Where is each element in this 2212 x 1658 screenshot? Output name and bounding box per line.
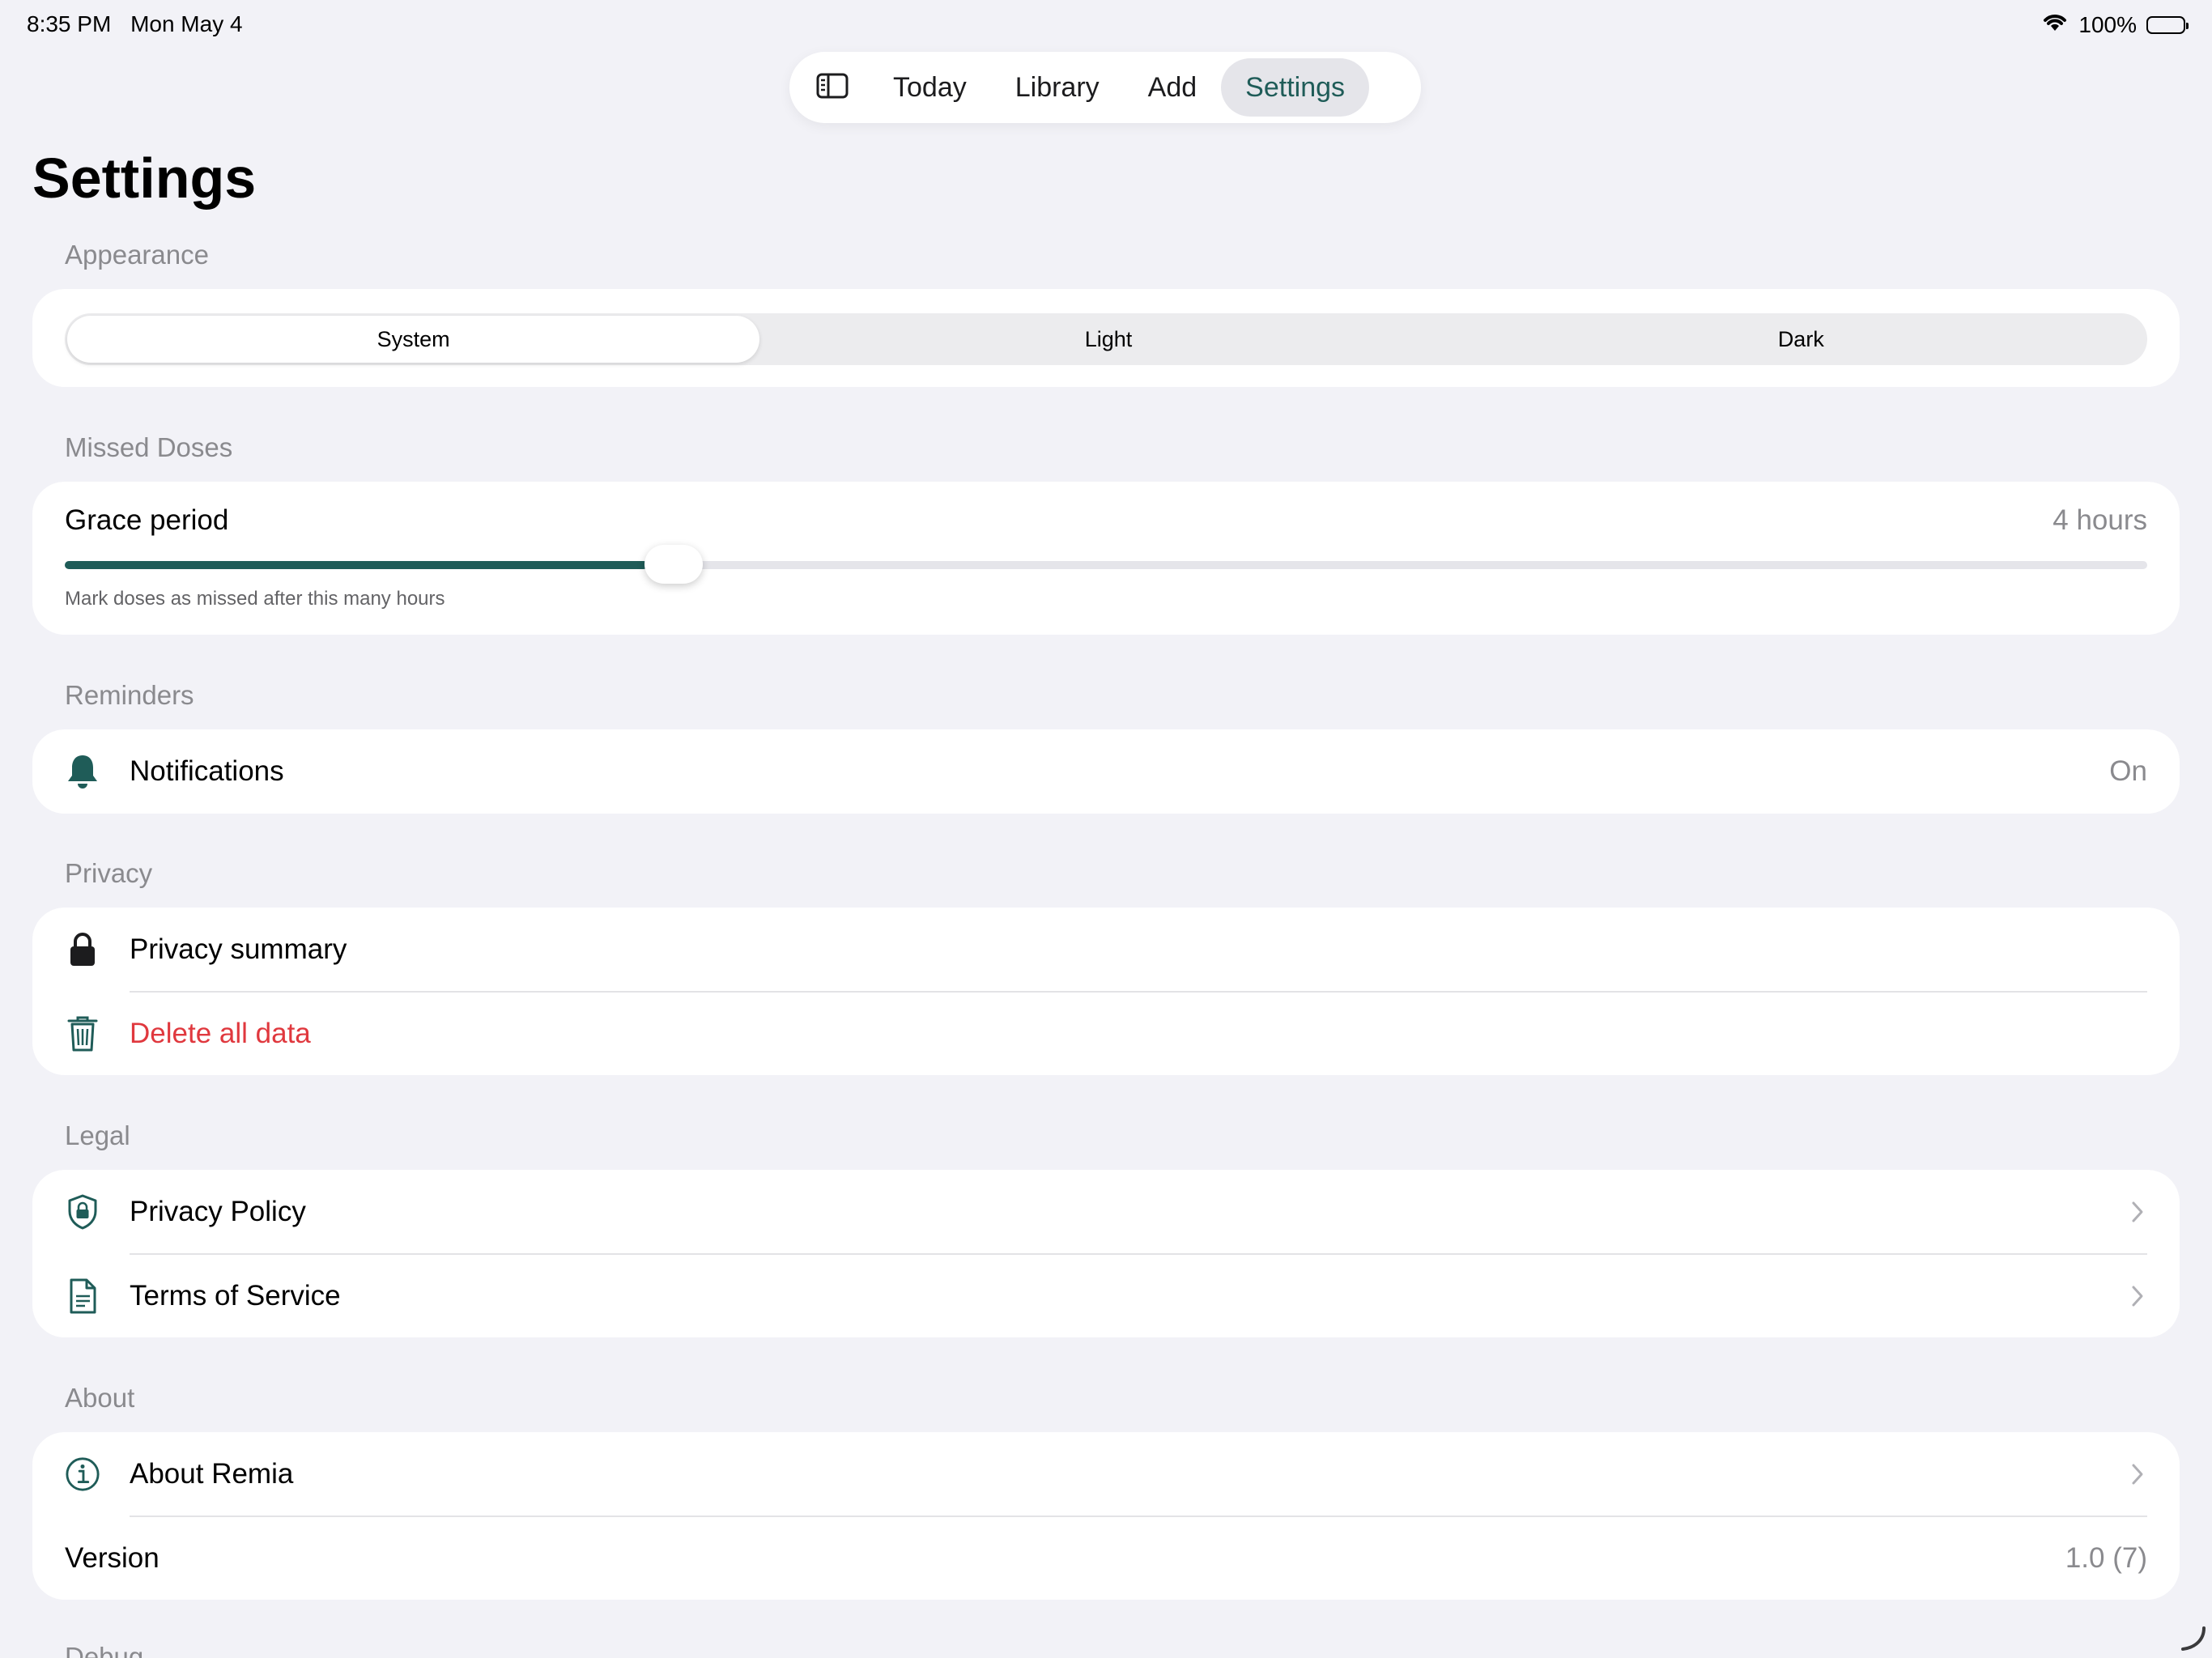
about-remia-row[interactable]: About Remia — [32, 1432, 2180, 1516]
status-bar-left: 8:35 PM Mon May 4 — [27, 11, 256, 37]
appearance-option-dark[interactable]: Dark — [1455, 313, 2147, 365]
delete-all-data-label: Delete all data — [130, 1018, 311, 1049]
privacy-policy-row[interactable]: Privacy Policy — [32, 1170, 2180, 1254]
legal-card: Privacy Policy Terms of Service — [32, 1170, 2180, 1337]
appearance-option-system[interactable]: System — [67, 316, 760, 363]
missed-doses-header: Missed Doses — [65, 432, 233, 462]
document-icon — [65, 1278, 100, 1314]
chevron-right-icon — [2128, 1462, 2147, 1486]
version-value: 1.0 (7) — [2065, 1542, 2147, 1574]
version-label: Version — [65, 1542, 160, 1574]
grace-period-label: Grace period — [65, 504, 229, 536]
battery-icon — [2146, 15, 2189, 34]
reminders-card: Notifications On — [32, 729, 2180, 814]
slider-thumb[interactable] — [644, 545, 703, 584]
chevron-right-icon — [2128, 1200, 2147, 1224]
terms-of-service-row[interactable]: Terms of Service — [32, 1254, 2180, 1338]
privacy-summary-row[interactable]: Privacy summary — [32, 908, 2180, 992]
about-remia-label: About Remia — [130, 1458, 294, 1490]
top-tab-bar: Today Library Add Settings — [789, 52, 1421, 123]
battery-percent: 100% — [2078, 11, 2137, 37]
sidebar-toggle-button[interactable] — [796, 58, 869, 117]
reminders-header: Reminders — [65, 680, 194, 710]
privacy-header: Privacy — [65, 858, 153, 888]
chevron-right-icon — [2128, 1284, 2147, 1308]
appearance-option-light[interactable]: Light — [762, 313, 1454, 365]
privacy-card: Privacy summary Delete all data — [32, 908, 2180, 1075]
missed-doses-card: Grace period 4 hours Mark doses as misse… — [32, 482, 2180, 635]
privacy-summary-label: Privacy summary — [130, 933, 347, 965]
notifications-value: On — [2109, 755, 2147, 787]
bell-icon — [65, 754, 100, 789]
grace-period-value: 4 hours — [2052, 504, 2147, 536]
about-header: About — [65, 1383, 135, 1413]
shield-lock-icon — [65, 1194, 100, 1230]
grace-period-caption: Mark doses as missed after this many hou… — [65, 588, 445, 610]
appearance-header: Appearance — [65, 240, 209, 270]
version-row: Version 1.0 (7) — [32, 1516, 2180, 1601]
grace-period-slider[interactable] — [65, 545, 2147, 584]
delete-all-data-row[interactable]: Delete all data — [32, 992, 2180, 1076]
appearance-card: System Light Dark — [32, 289, 2180, 387]
status-time: 8:35 PM — [27, 11, 112, 36]
tab-add[interactable]: Add — [1124, 58, 1222, 117]
wifi-icon — [2041, 11, 2069, 38]
debug-header: Debug — [65, 1642, 144, 1658]
status-bar-right: 100% — [2041, 11, 2189, 38]
terms-of-service-label: Terms of Service — [130, 1280, 341, 1312]
tab-today[interactable]: Today — [869, 58, 991, 117]
slider-fill — [65, 561, 648, 569]
page-title: Settings — [32, 147, 257, 210]
legal-header: Legal — [65, 1120, 130, 1150]
sidebar-toggle-icon — [816, 73, 849, 103]
notifications-label: Notifications — [130, 755, 284, 787]
appearance-segmented-control: System Light Dark — [65, 313, 2147, 365]
privacy-policy-label: Privacy Policy — [130, 1196, 306, 1227]
about-card: About Remia Version 1.0 (7) — [32, 1432, 2180, 1600]
notifications-row[interactable]: Notifications On — [32, 729, 2180, 814]
tab-settings[interactable]: Settings — [1221, 58, 1370, 117]
info-circle-icon — [65, 1456, 100, 1492]
tab-library[interactable]: Library — [991, 58, 1124, 117]
window-resize-handle-icon[interactable] — [2178, 1623, 2207, 1656]
trash-icon — [65, 1016, 100, 1052]
lock-icon — [65, 932, 100, 967]
status-date: Mon May 4 — [130, 11, 243, 36]
